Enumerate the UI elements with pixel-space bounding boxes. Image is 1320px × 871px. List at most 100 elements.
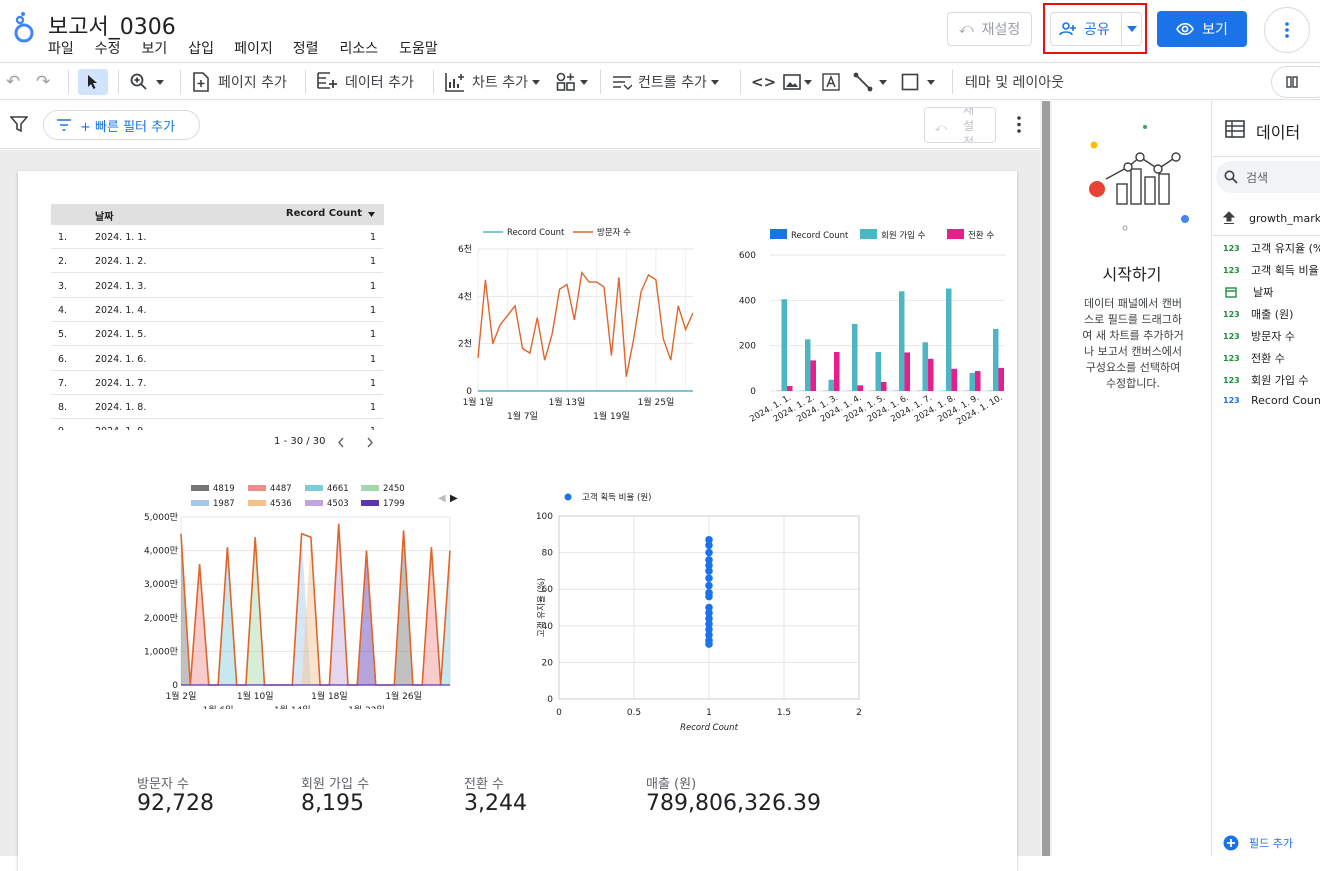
report-title[interactable]: 보고서_0306: [48, 9, 176, 41]
table-row[interactable]: 9.2024. 1. 9.1: [51, 419, 383, 430]
top-bar: 보고서_0306 파일수정보기삽입페이지정렬리소스도움말 ⤺ 재설정 공유 보기: [0, 0, 1320, 62]
view-button[interactable]: 보기: [1157, 11, 1247, 47]
scrollbar-thumb[interactable]: [1042, 101, 1050, 856]
caret-down-icon: [156, 80, 164, 85]
share-dropdown[interactable]: [1122, 13, 1142, 45]
menu-item[interactable]: 리소스: [339, 38, 378, 58]
area-fill: [190, 564, 209, 685]
legend-item[interactable]: 전환 수: [947, 229, 994, 241]
share-button[interactable]: 공유: [1050, 12, 1142, 46]
more-vert-icon[interactable]: [1017, 116, 1021, 133]
undo-icon: ↶: [6, 72, 20, 92]
legend-next-icon[interactable]: ▶: [450, 493, 458, 504]
zoom-button[interactable]: [130, 69, 164, 95]
panel-toggle-button[interactable]: [1271, 66, 1320, 98]
field-item[interactable]: 123Record Count: [1223, 394, 1320, 407]
caret-down-icon: [532, 80, 540, 85]
field-item[interactable]: 123고객 획득 비율: [1223, 262, 1319, 278]
add-control-button[interactable]: 컨트롤 추가: [612, 69, 719, 95]
legend-item[interactable]: 고객 획득 비율 (원): [565, 492, 652, 503]
reset-button[interactable]: ⤺ 재설정: [947, 12, 1032, 46]
table-row[interactable]: 2.2024. 1. 2.1: [51, 249, 383, 273]
legend-label: 회원 가입 수: [881, 231, 926, 241]
add-component-button[interactable]: [556, 69, 588, 95]
legend-prev-icon[interactable]: ◀: [438, 493, 446, 504]
x-tick-label: 2: [856, 708, 862, 718]
column-header-date[interactable]: 날짜: [95, 208, 113, 223]
field-item[interactable]: 123방문자 수: [1223, 328, 1295, 344]
menu-item[interactable]: 보기: [142, 38, 168, 58]
date-table[interactable]: 날짜 Record Count 1.2024. 1. 1.12.2024. 1.…: [51, 204, 384, 430]
field-name: 매출 (원): [1251, 306, 1293, 322]
legend-label: 4819: [213, 484, 235, 494]
theme-layout-button[interactable]: 테마 및 레이아웃: [965, 69, 1064, 95]
line-chart[interactable]: Record Count방문자 수02천4천6천1월 1일1월 13일1월 25…: [423, 221, 693, 421]
add-page-button[interactable]: 페이지 추가: [192, 69, 287, 95]
legend-item[interactable]: Record Count: [770, 229, 849, 241]
column-header-record-count[interactable]: Record Count: [286, 208, 362, 219]
legend-item[interactable]: 방문자 수: [573, 227, 631, 238]
legend-item[interactable]: Record Count: [483, 228, 565, 238]
table-row[interactable]: 8.2024. 1. 8.1: [51, 395, 383, 419]
search-input[interactable]: 검색: [1246, 169, 1268, 186]
chevron-right-icon[interactable]: [366, 437, 374, 448]
select-tool-button[interactable]: [78, 69, 108, 95]
table-row[interactable]: 6.2024. 1. 6.1: [51, 347, 383, 371]
legend-item[interactable]: 4661: [305, 484, 349, 494]
menu-item[interactable]: 파일: [48, 38, 74, 58]
table-row[interactable]: 4.2024. 1. 4.1: [51, 298, 383, 322]
legend-item[interactable]: 1799: [361, 499, 405, 509]
text-box-button[interactable]: [822, 69, 840, 95]
report-page[interactable]: 날짜 Record Count 1.2024. 1. 1.12.2024. 1.…: [18, 171, 1017, 871]
table-row[interactable]: 1.2024. 1. 1.1: [51, 225, 383, 249]
looker-studio-logo-icon[interactable]: [12, 11, 36, 45]
table-row[interactable]: 7.2024. 1. 7.1: [51, 371, 383, 395]
field-item[interactable]: 날짜: [1223, 284, 1273, 300]
field-item[interactable]: 123고객 유지율 (%: [1223, 240, 1320, 256]
table-row[interactable]: 3.2024. 1. 3.1: [51, 274, 383, 298]
more-options-button[interactable]: [1264, 7, 1310, 53]
filter-reset-button[interactable]: ⤺ 재설정: [924, 107, 996, 143]
menu-item[interactable]: 페이지: [234, 38, 273, 58]
legend-item[interactable]: 1987: [191, 499, 235, 509]
menu-item[interactable]: 정렬: [293, 38, 319, 58]
add-data-button[interactable]: 데이터 추가: [317, 69, 414, 95]
table-row[interactable]: 5.2024. 1. 5.1: [51, 322, 383, 346]
bar-chart[interactable]: Record Count회원 가입 수전환 수02004006002024. 1…: [715, 223, 1005, 445]
line-tool-button[interactable]: [853, 69, 887, 95]
menu-item[interactable]: 삽입: [188, 38, 214, 58]
area-chart[interactable]: 48194487466124501987453645031799◀▶01,000…: [128, 479, 458, 709]
canvas-scrollbar[interactable]: [1040, 101, 1052, 856]
data-source-item[interactable]: growth_market: [1223, 211, 1320, 225]
filter-list-icon: [56, 119, 72, 131]
y-tick-label: 2,000만: [144, 613, 178, 624]
add-chart-button[interactable]: 차트 추가: [445, 69, 540, 95]
field-item[interactable]: 123회원 가입 수: [1223, 372, 1309, 388]
add-field-button[interactable]: 필드 추가: [1223, 835, 1293, 851]
scatter-chart[interactable]: 고객 획득 비율 (원)02040608010000.511.52Record …: [518, 489, 868, 739]
field-item[interactable]: 123전환 수: [1223, 350, 1285, 366]
menu-item[interactable]: 도움말: [399, 38, 438, 58]
embed-code-button[interactable]: <>: [751, 69, 776, 95]
chevron-left-icon[interactable]: [337, 437, 345, 448]
legend-item[interactable]: 2450: [361, 484, 405, 494]
search-box[interactable]: 검색: [1216, 161, 1320, 193]
legend-item[interactable]: 4503: [305, 499, 349, 509]
redo-button[interactable]: ↷: [36, 69, 50, 95]
insert-image-button[interactable]: [783, 69, 812, 95]
legend-item[interactable]: 4487: [248, 484, 292, 494]
legend-item[interactable]: 회원 가입 수: [860, 229, 926, 241]
undo-button[interactable]: ↶: [6, 69, 20, 95]
sort-desc-icon[interactable]: [368, 212, 375, 217]
shape-tool-button[interactable]: [901, 69, 935, 95]
line-icon: [853, 72, 873, 92]
filter-icon[interactable]: [10, 116, 28, 133]
field-item[interactable]: 123매출 (원): [1223, 306, 1293, 322]
legend-item[interactable]: 4819: [191, 484, 235, 494]
legend-item[interactable]: 4536: [248, 499, 292, 509]
x-tick-label: 0: [556, 708, 562, 718]
image-icon: [783, 74, 801, 90]
row-date: 2024. 1. 2.: [95, 256, 146, 267]
menu-item[interactable]: 수정: [95, 38, 121, 58]
quick-filter-button[interactable]: + 빠른 필터 추가: [43, 110, 200, 140]
